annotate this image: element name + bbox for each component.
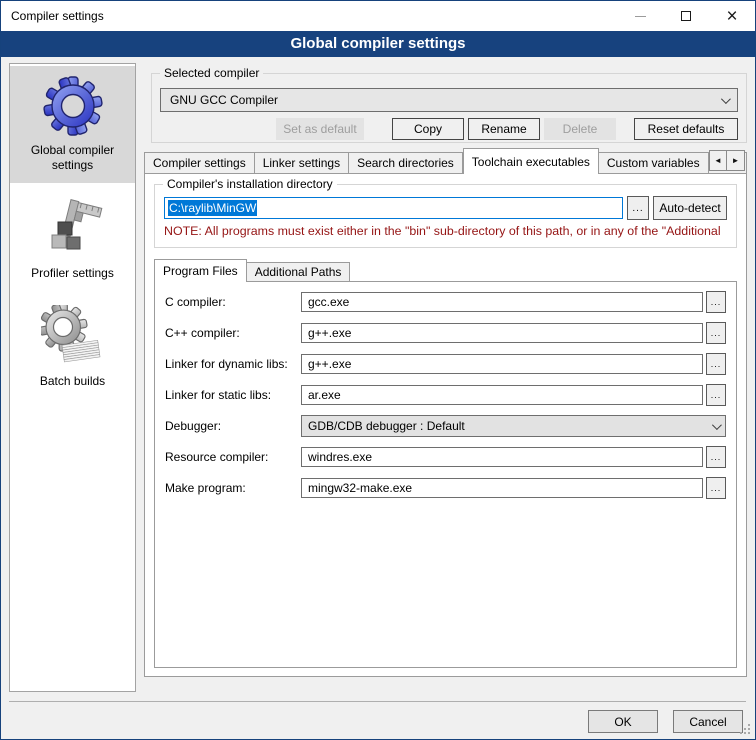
resize-grip[interactable] [740,724,750,734]
browse-file-button[interactable]: ... [706,353,726,375]
field-label: Linker for static libs: [165,388,301,402]
field-input[interactable]: g++.exe [301,354,703,374]
tab-linker-settings[interactable]: Linker settings [255,152,349,174]
settings-category-list: Global compiler settings Profiler settin… [9,63,136,692]
program-tabs: Program FilesAdditional Paths [154,259,737,282]
window-title: Compiler settings [11,9,104,23]
tab-scroll-buttons: ◄ ► [709,150,745,171]
subtab-program-files[interactable]: Program Files [154,259,247,282]
browse-directory-button[interactable]: ... [627,196,649,220]
tab-search-directories[interactable]: Search directories [349,152,463,174]
installation-directory-input[interactable]: C:\raylib\MinGW [164,197,623,219]
program-row-debugger: Debugger: GDB/CDB debugger : Default [165,415,726,437]
compiler-actions: Set as default CopyRenameDelete Reset defa… [160,118,738,140]
ok-button[interactable]: OK [588,710,658,733]
compiler-select[interactable]: GNU GCC Compiler [160,88,738,112]
sidebar-item-label: Global compiler settings [12,143,133,173]
field-input[interactable]: gcc.exe [301,292,703,312]
field-label: Linker for dynamic libs: [165,357,301,371]
gear-stack-icon [41,305,105,369]
rename-button[interactable]: Rename [468,118,540,140]
sidebar-item-profiler-settings[interactable]: Profiler settings [10,189,135,291]
compiler-select-value: GNU GCC Compiler [170,93,278,107]
installation-directory-row: C:\raylib\MinGW ... Auto-detect [164,196,727,220]
set-as-default-button: Set as default [276,118,364,140]
sidebar-item-global-compiler-settings[interactable]: Global compiler settings [10,66,135,183]
minimize-button[interactable] [617,1,663,31]
installation-directory-value: C:\raylib\MinGW [168,200,257,216]
subtab-additional-paths[interactable]: Additional Paths [247,262,351,282]
delete-button: Delete [544,118,616,140]
installation-directory-group-label: Compiler's installation directory [163,177,337,191]
minimize-icon [635,16,646,17]
field-label: C++ compiler: [165,326,301,340]
program-row-c++-compiler: C++ compiler: g++.exe ... [165,322,726,344]
field-value: mingw32-make.exe [308,481,412,495]
bin-subdirectory-note: NOTE: All programs must exist either in … [164,224,734,238]
maximize-button[interactable] [663,1,709,31]
footer-divider [9,701,746,702]
field-value: windres.exe [308,450,372,464]
selected-compiler-group: Selected compiler GNU GCC Compiler Set a… [151,73,747,143]
auto-detect-button[interactable]: Auto-detect [653,196,727,220]
toolchain-executables-page: Compiler's installation directory C:\ray… [144,173,747,677]
page-title: Global compiler settings [1,31,755,57]
debugger-select[interactable]: GDB/CDB debugger : Default [301,415,726,437]
selected-compiler-group-label: Selected compiler [160,66,263,80]
titlebar: Compiler settings × [1,1,755,31]
field-input[interactable]: g++.exe [301,323,703,343]
caliper-icon [41,197,105,261]
sidebar-item-batch-builds[interactable]: Batch builds [10,297,135,399]
field-input[interactable]: ar.exe [301,385,703,405]
copy-button[interactable]: Copy [392,118,464,140]
program-row-c-compiler: C compiler: gcc.exe ... [165,291,726,313]
field-value: ar.exe [308,388,341,402]
field-label: C compiler: [165,295,301,309]
window-controls: × [617,1,755,31]
field-label: Debugger: [165,419,301,433]
browse-file-button[interactable]: ... [706,446,726,468]
debugger-select-value: GDB/CDB debugger : Default [308,419,465,433]
close-button[interactable]: × [709,1,755,31]
program-row-resource-compiler: Resource compiler: windres.exe ... [165,446,726,468]
installation-directory-group: Compiler's installation directory C:\ray… [154,184,737,248]
tab-custom-variables[interactable]: Custom variables [599,152,709,174]
chevron-down-icon [712,420,722,430]
field-input[interactable]: mingw32-make.exe [301,478,703,498]
cancel-button[interactable]: Cancel [673,710,743,733]
browse-file-button[interactable]: ... [706,291,726,313]
tab-compiler-settings[interactable]: Compiler settings [144,152,255,174]
tab-toolchain-executables[interactable]: Toolchain executables [463,148,599,174]
browse-file-button[interactable]: ... [706,384,726,406]
field-label: Resource compiler: [165,450,301,464]
maximize-icon [681,11,691,21]
program-row-linker-for-dynamic-libs: Linker for dynamic libs: g++.exe ... [165,353,726,375]
field-value: g++.exe [308,357,351,371]
browse-file-button[interactable]: ... [706,477,726,499]
compiler-settings-dialog: Compiler settings × Global compiler sett… [0,0,756,740]
field-input[interactable]: windres.exe [301,447,703,467]
tab-scroll-left-button[interactable]: ◄ [709,150,727,171]
settings-tabs: Compiler settingsLinker settingsSearch d… [144,148,747,174]
field-label: Make program: [165,481,301,495]
tab-scroll-right-button[interactable]: ► [727,150,745,171]
program-files-page: C compiler: gcc.exe ...C++ compiler: g++… [154,281,737,668]
reset-defaults-button[interactable]: Reset defaults [634,118,738,140]
program-row-make-program: Make program: mingw32-make.exe ... [165,477,726,499]
browse-file-button[interactable]: ... [706,322,726,344]
field-value: g++.exe [308,326,351,340]
sidebar-item-label: Batch builds [40,374,105,389]
sidebar-item-label: Profiler settings [31,266,114,281]
field-value: gcc.exe [308,295,349,309]
close-icon: × [726,7,737,26]
program-row-linker-for-static-libs: Linker for static libs: ar.exe ... [165,384,726,406]
blue-gear-icon [41,74,105,138]
chevron-down-icon [721,94,731,104]
